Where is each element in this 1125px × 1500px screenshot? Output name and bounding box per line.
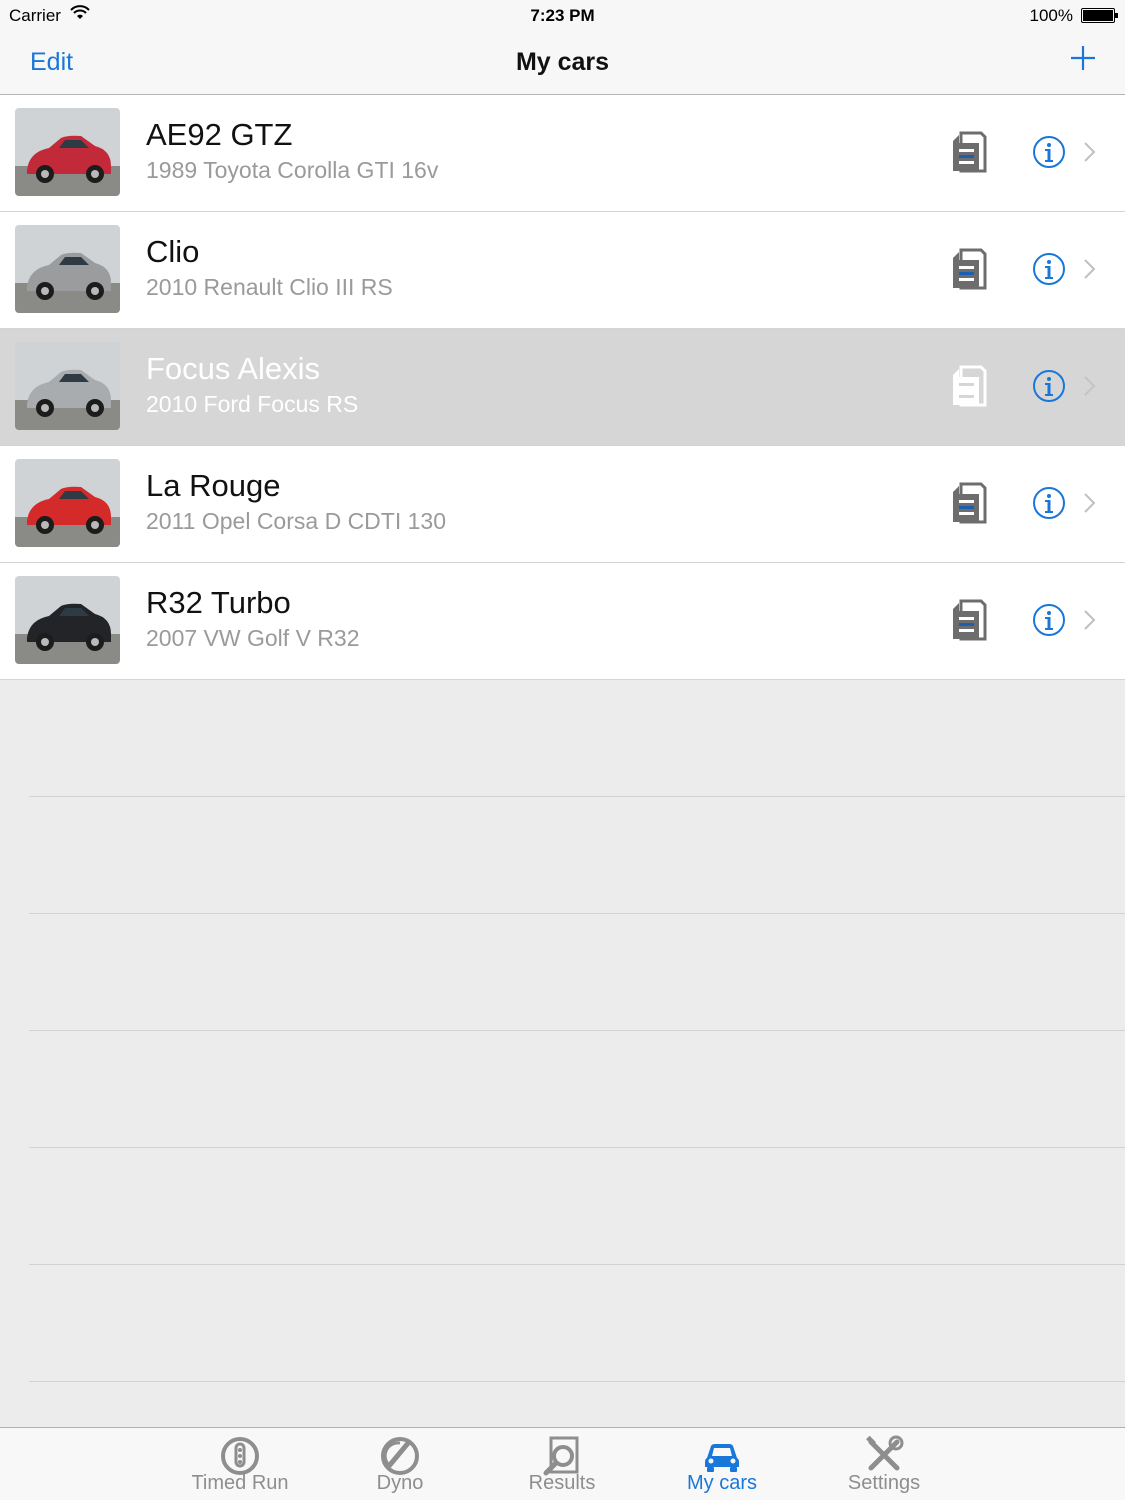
car-description: 2007 VW Golf V R32 <box>146 625 360 651</box>
tab-label: Timed Run <box>191 1472 289 1494</box>
chevron-right-icon <box>1084 493 1096 513</box>
car-name: R32 Turbo <box>146 585 291 620</box>
document-icon[interactable] <box>951 248 987 290</box>
page-title: My cars <box>515 48 610 76</box>
car-row[interactable]: AE92 GTZ 1989 Toyota Corolla GTI 16v <box>0 95 1125 212</box>
car-row[interactable]: La Rouge 2011 Opel Corsa D CDTI 130 <box>0 446 1125 563</box>
car-photo <box>15 576 120 664</box>
car-photo <box>15 225 120 313</box>
plus-icon[interactable] <box>1069 44 1097 72</box>
car-name: La Rouge <box>146 468 281 503</box>
chevron-right-icon <box>1084 376 1096 396</box>
empty-separator <box>29 913 1125 914</box>
navigation-bar: Edit My cars <box>0 30 1125 95</box>
document-icon[interactable] <box>951 365 987 407</box>
tab-dyno[interactable]: Dyno <box>330 1434 470 1495</box>
gauge-icon <box>381 1437 419 1475</box>
car-description: 2010 Ford Focus RS <box>146 391 359 417</box>
tab-results[interactable]: Results <box>492 1434 632 1495</box>
status-time: 7:23 PM <box>530 6 595 25</box>
chevron-right-icon <box>1084 142 1096 162</box>
info-icon[interactable] <box>1032 369 1066 403</box>
tab-settings[interactable]: Settings <box>814 1434 954 1495</box>
magnifier-icon <box>543 1436 579 1476</box>
stopwatch-icon <box>221 1437 259 1475</box>
tab-label: Results <box>528 1472 596 1494</box>
info-icon[interactable] <box>1032 252 1066 286</box>
car-list: AE92 GTZ 1989 Toyota Corolla GTI 16v Cli… <box>0 95 1125 680</box>
document-icon[interactable] <box>951 482 987 524</box>
tab-timed-run[interactable]: Timed Run <box>170 1434 310 1495</box>
document-icon[interactable] <box>951 599 987 641</box>
car-name: AE92 GTZ <box>146 117 293 152</box>
info-icon[interactable] <box>1032 603 1066 637</box>
battery-icon <box>1081 8 1118 23</box>
car-photo <box>15 342 120 430</box>
tab-bar: Timed Run Dyno Results My cars Settings <box>0 1427 1125 1500</box>
car-photo <box>15 459 120 547</box>
car-description: 2010 Renault Clio III RS <box>146 274 393 300</box>
car-row[interactable]: R32 Turbo 2007 VW Golf V R32 <box>0 563 1125 680</box>
document-icon[interactable] <box>951 131 987 173</box>
tab-label: Dyno <box>376 1472 424 1494</box>
car-icon <box>705 1444 739 1472</box>
battery-percentage: 100% <box>1029 6 1073 25</box>
empty-separator <box>29 1147 1125 1148</box>
empty-separator <box>29 1264 1125 1265</box>
tab-my-cars[interactable]: My cars <box>652 1434 792 1495</box>
info-icon[interactable] <box>1032 486 1066 520</box>
tab-label: My cars <box>687 1472 757 1494</box>
empty-table-area <box>0 680 1125 1428</box>
status-bar: Carrier 7:23 PM 100% <box>0 0 1125 30</box>
empty-separator <box>29 1030 1125 1031</box>
empty-separator <box>29 796 1125 797</box>
tools-icon <box>866 1435 904 1471</box>
empty-separator <box>29 1381 1125 1382</box>
info-icon[interactable] <box>1032 135 1066 169</box>
car-row[interactable]: Clio 2010 Renault Clio III RS <box>0 212 1125 329</box>
car-name: Clio <box>146 234 200 269</box>
chevron-right-icon <box>1084 610 1096 630</box>
car-row[interactable]: Focus Alexis 2010 Ford Focus RS <box>0 329 1125 446</box>
car-name: Focus Alexis <box>146 351 321 386</box>
car-description: 2011 Opel Corsa D CDTI 130 <box>146 508 446 534</box>
tab-label: Settings <box>847 1472 921 1494</box>
car-photo <box>15 108 120 196</box>
car-description: 1989 Toyota Corolla GTI 16v <box>146 157 439 183</box>
chevron-right-icon <box>1084 259 1096 279</box>
